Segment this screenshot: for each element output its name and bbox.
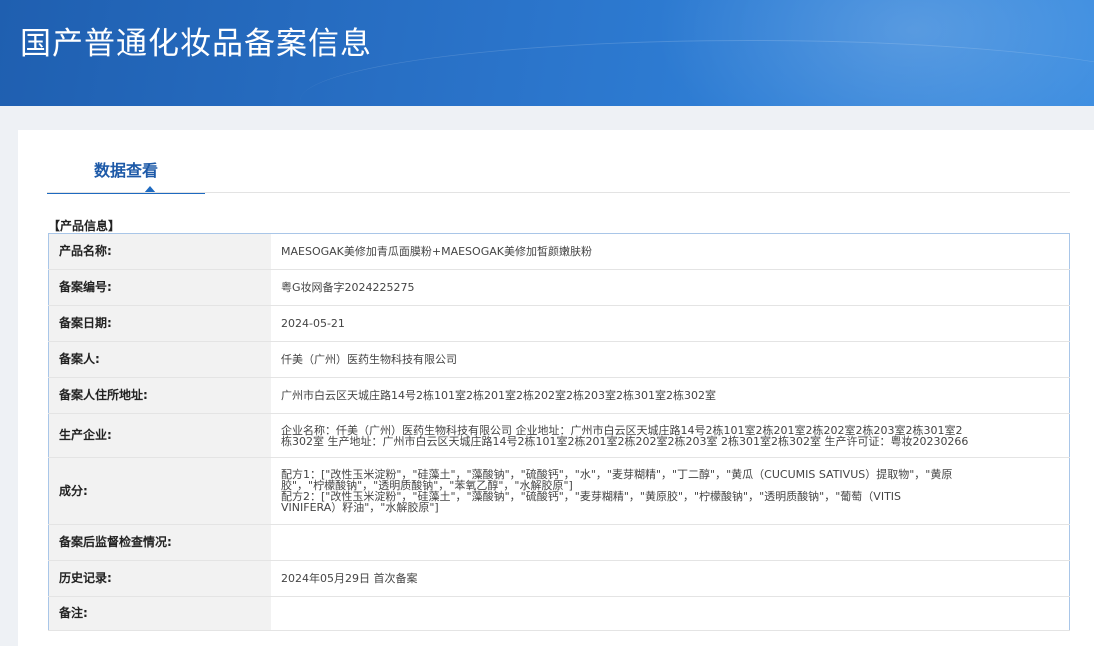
- row-value-ingredients: 配方1：["改性玉米淀粉"，"硅藻土"，"藻酸钠"，"硫酸钙"，"水"，"麦芽糊…: [271, 457, 1070, 525]
- row-value-manufacturer: 企业名称：仟美（广州）医药生物科技有限公司 企业地址：广州市白云区天城庄路14号…: [271, 413, 1070, 458]
- table-row: 备案人: 仟美（广州）医药生物科技有限公司: [48, 341, 1070, 378]
- row-key-supervision: 备案后监督检查情况:: [48, 524, 271, 561]
- row-key-product-name: 产品名称:: [48, 233, 271, 270]
- row-value-record-number: 粤G妆网备字2024225275: [271, 269, 1070, 306]
- row-value-supervision: [271, 524, 1070, 561]
- row-key-registrant-address: 备案人住所地址:: [48, 377, 271, 414]
- row-key-record-number: 备案编号:: [48, 269, 271, 306]
- table-row: 历史记录: 2024年05月29日 首次备案: [48, 560, 1070, 597]
- row-key-remarks: 备注:: [48, 596, 271, 631]
- row-value-record-date: 2024-05-21: [271, 305, 1070, 342]
- row-value-history: 2024年05月29日 首次备案: [271, 560, 1070, 597]
- product-info-table: 产品名称: MAESOGAK美修加青瓜面膜粉+MAESOGAK美修加皙颜嫩肤粉 …: [48, 233, 1070, 631]
- tab-divider: [47, 192, 1070, 193]
- row-value-remarks: [271, 596, 1070, 631]
- table-row: 备案日期: 2024-05-21: [48, 305, 1070, 342]
- banner-wave: [300, 40, 1094, 106]
- row-key-manufacturer: 生产企业:: [48, 413, 271, 458]
- row-value-registrant-address: 广州市白云区天城庄路14号2栋101室2栋201室2栋202室2栋203室2栋3…: [271, 377, 1070, 414]
- tab-label: 数据查看: [93, 161, 158, 180]
- row-key-history: 历史记录:: [48, 560, 271, 597]
- table-row: 备案编号: 粤G妆网备字2024225275: [48, 269, 1070, 306]
- table-row: 生产企业: 企业名称：仟美（广州）医药生物科技有限公司 企业地址：广州市白云区天…: [48, 413, 1070, 458]
- content-card: 数据查看 【产品信息】 产品名称: MAESOGAK美修加青瓜面膜粉+MAESO…: [18, 130, 1094, 646]
- tab-data-view[interactable]: 数据查看: [47, 130, 205, 194]
- row-value-registrant: 仟美（广州）医药生物科技有限公司: [271, 341, 1070, 378]
- header-banner: 国产普通化妆品备案信息: [0, 0, 1094, 106]
- row-key-ingredients: 成分:: [48, 457, 271, 525]
- table-row: 成分: 配方1：["改性玉米淀粉"，"硅藻土"，"藻酸钠"，"硫酸钙"，"水"，…: [48, 457, 1070, 525]
- page-title: 国产普通化妆品备案信息: [20, 26, 372, 62]
- table-row: 备注:: [48, 596, 1070, 631]
- row-key-registrant: 备案人:: [48, 341, 271, 378]
- row-key-record-date: 备案日期:: [48, 305, 271, 342]
- section-title: 【产品信息】: [48, 219, 121, 233]
- table-row: 产品名称: MAESOGAK美修加青瓜面膜粉+MAESOGAK美修加皙颜嫩肤粉: [48, 233, 1070, 270]
- table-row: 备案人住所地址: 广州市白云区天城庄路14号2栋101室2栋201室2栋202室…: [48, 377, 1070, 414]
- table-row: 备案后监督检查情况:: [48, 524, 1070, 561]
- row-value-product-name: MAESOGAK美修加青瓜面膜粉+MAESOGAK美修加皙颜嫩肤粉: [271, 233, 1070, 270]
